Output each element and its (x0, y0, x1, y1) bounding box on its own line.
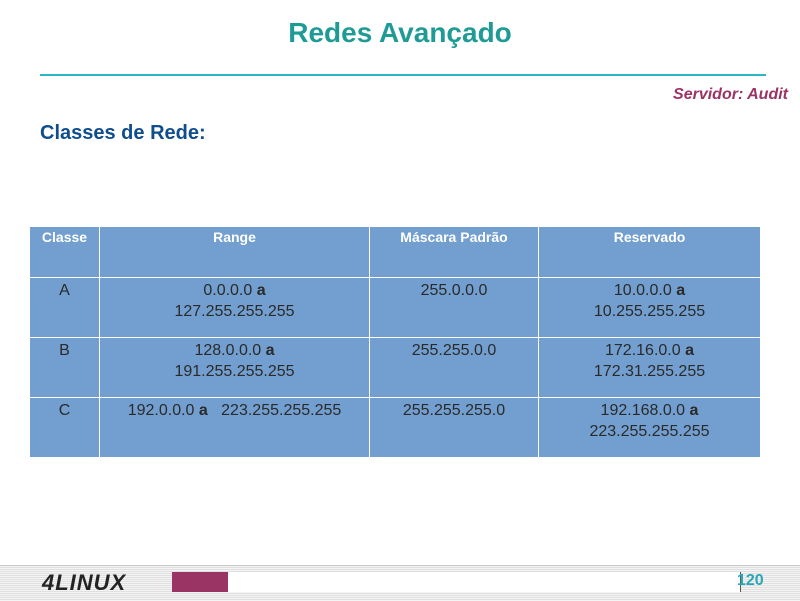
range-start: 128.0.0.0 (194, 342, 262, 359)
header-range: Range (99, 226, 370, 278)
network-classes-table: Classe Range Máscara Padrão Reservado A … (29, 226, 761, 458)
cell-reserved: 172.16.0.0 a 172.31.255.255 (538, 337, 761, 398)
page-number: 120 (737, 572, 764, 589)
reserved-end: 172.31.255.255 (593, 363, 706, 380)
footer-white-bar (228, 572, 741, 592)
cell-range: 192.0.0.0 a 223.255.255.255 (99, 397, 370, 458)
server-label: Servidor: Audit (673, 86, 788, 103)
slide-title: Redes Avançado (288, 17, 512, 48)
cell-reserved: 10.0.0.0 a 10.255.255.255 (538, 277, 761, 338)
table-row: B 128.0.0.0 a 191.255.255.255 255.255.0.… (29, 337, 761, 398)
range-start: 192.0.0.0 (127, 402, 195, 419)
range-join: a (198, 402, 208, 419)
cell-classe: A (29, 277, 100, 338)
reserved-end: 223.255.255.255 (589, 423, 710, 440)
title-divider (40, 74, 766, 76)
cell-classe: B (29, 337, 100, 398)
reserved-start: 10.0.0.0 (613, 282, 672, 299)
header-reservado: Reservado (538, 226, 761, 278)
brand-logo: 4LINUX (42, 570, 127, 595)
header-classe: Classe (29, 226, 100, 278)
range-end: 127.255.255.255 (174, 303, 295, 320)
cell-range: 128.0.0.0 a 191.255.255.255 (99, 337, 370, 398)
cell-range: 0.0.0.0 a 127.255.255.255 (99, 277, 370, 338)
footer-accent-box (172, 572, 228, 592)
cell-mask: 255.255.0.0 (369, 337, 539, 398)
range-start: 0.0.0.0 (203, 282, 253, 299)
reserved-end: 10.255.255.255 (593, 303, 706, 320)
header-mascara: Máscara Padrão (369, 226, 539, 278)
range-end: 223.255.255.255 (221, 402, 342, 419)
table-row: C 192.0.0.0 a 223.255.255.255 255.255.25… (29, 397, 761, 458)
cell-reserved: 192.168.0.0 a 223.255.255.255 (538, 397, 761, 458)
reserved-join: a (689, 402, 699, 419)
table-header-row: Classe Range Máscara Padrão Reservado (29, 226, 761, 278)
reserved-start: 172.16.0.0 (605, 342, 681, 359)
table-row: A 0.0.0.0 a 127.255.255.255 255.0.0.0 10… (29, 277, 761, 338)
range-end: 191.255.255.255 (174, 363, 295, 380)
section-heading: Classes de Rede: (40, 122, 206, 144)
reserved-join: a (685, 342, 694, 359)
cell-mask: 255.255.255.0 (369, 397, 539, 458)
cell-mask: 255.0.0.0 (369, 277, 539, 338)
reserved-join: a (676, 282, 686, 299)
cell-classe: C (29, 397, 100, 458)
range-join: a (256, 282, 266, 299)
range-join: a (265, 342, 275, 359)
reserved-start: 192.168.0.0 (600, 402, 686, 419)
